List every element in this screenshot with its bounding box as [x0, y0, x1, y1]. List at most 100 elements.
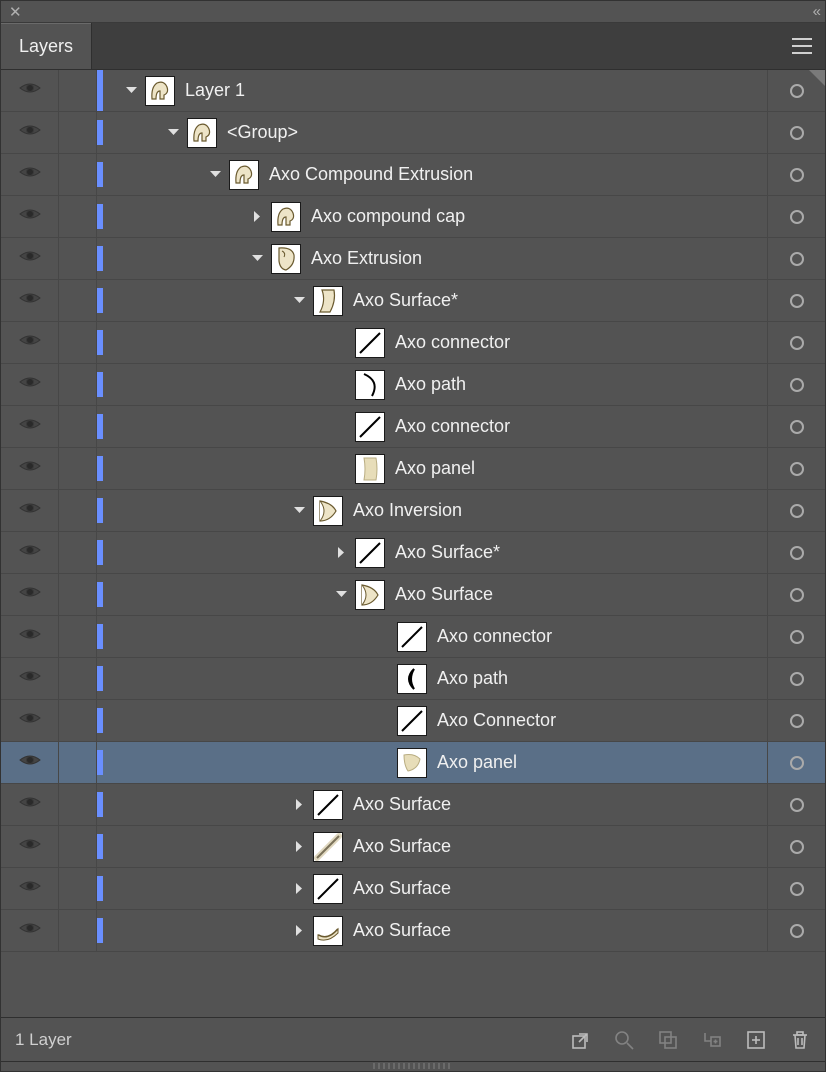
lock-toggle[interactable]: [59, 532, 97, 573]
layer-thumbnail[interactable]: [313, 874, 343, 904]
lock-toggle[interactable]: [59, 490, 97, 531]
disclosure-toggle[interactable]: [201, 154, 229, 195]
lock-toggle[interactable]: [59, 112, 97, 153]
visibility-toggle[interactable]: [1, 280, 59, 321]
disclosure-toggle[interactable]: [285, 490, 313, 531]
layer-row[interactable]: Axo connector: [1, 322, 825, 364]
row-content[interactable]: Axo Surface: [97, 868, 767, 909]
visibility-toggle[interactable]: [1, 238, 59, 279]
layer-row[interactable]: Axo panel: [1, 448, 825, 490]
selection-target[interactable]: [767, 826, 825, 867]
visibility-toggle[interactable]: [1, 154, 59, 195]
visibility-toggle[interactable]: [1, 742, 59, 783]
visibility-toggle[interactable]: [1, 196, 59, 237]
row-content[interactable]: Axo connector: [97, 406, 767, 447]
lock-toggle[interactable]: [59, 406, 97, 447]
layer-thumbnail[interactable]: [397, 622, 427, 652]
selection-target[interactable]: [767, 700, 825, 741]
row-content[interactable]: Axo Compound Extrusion: [97, 154, 767, 195]
selection-target[interactable]: [767, 154, 825, 195]
layer-thumbnail[interactable]: [271, 244, 301, 274]
lock-toggle[interactable]: [59, 616, 97, 657]
export-icon[interactable]: [569, 1029, 591, 1051]
lock-toggle[interactable]: [59, 910, 97, 951]
disclosure-toggle[interactable]: [285, 280, 313, 321]
layer-thumbnail[interactable]: [313, 496, 343, 526]
layer-row[interactable]: Axo compound cap: [1, 196, 825, 238]
row-content[interactable]: <Group>: [97, 112, 767, 153]
layer-row[interactable]: <Group>: [1, 112, 825, 154]
tab-layers[interactable]: Layers: [1, 23, 92, 69]
lock-toggle[interactable]: [59, 448, 97, 489]
row-content[interactable]: Axo Inversion: [97, 490, 767, 531]
lock-toggle[interactable]: [59, 742, 97, 783]
selection-target[interactable]: [767, 658, 825, 699]
lock-toggle[interactable]: [59, 364, 97, 405]
selection-target[interactable]: [767, 280, 825, 321]
layer-row[interactable]: Axo panel: [1, 742, 825, 784]
row-content[interactable]: Axo Surface: [97, 910, 767, 951]
visibility-toggle[interactable]: [1, 700, 59, 741]
layer-row[interactable]: Axo Surface: [1, 910, 825, 952]
row-content[interactable]: Axo connector: [97, 322, 767, 363]
lock-toggle[interactable]: [59, 784, 97, 825]
clip-mask-icon[interactable]: [657, 1029, 679, 1051]
disclosure-toggle[interactable]: [327, 574, 355, 615]
visibility-toggle[interactable]: [1, 406, 59, 447]
resize-grip[interactable]: [1, 1061, 825, 1071]
layer-thumbnail[interactable]: [397, 706, 427, 736]
row-content[interactable]: Axo Surface: [97, 826, 767, 867]
layer-row[interactable]: Axo Surface: [1, 868, 825, 910]
layer-thumbnail[interactable]: [355, 370, 385, 400]
layer-thumbnail[interactable]: [313, 286, 343, 316]
visibility-toggle[interactable]: [1, 910, 59, 951]
layer-thumbnail[interactable]: [397, 748, 427, 778]
row-content[interactable]: Axo Connector: [97, 700, 767, 741]
visibility-toggle[interactable]: [1, 448, 59, 489]
layer-row[interactable]: Layer 1: [1, 70, 825, 112]
row-content[interactable]: Axo Surface: [97, 574, 767, 615]
lock-toggle[interactable]: [59, 154, 97, 195]
disclosure-toggle[interactable]: [159, 112, 187, 153]
row-content[interactable]: Axo path: [97, 658, 767, 699]
visibility-toggle[interactable]: [1, 322, 59, 363]
layer-thumbnail[interactable]: [355, 580, 385, 610]
layer-thumbnail[interactable]: [313, 916, 343, 946]
layer-row[interactable]: Axo Surface: [1, 574, 825, 616]
layer-row[interactable]: Axo Surface: [1, 784, 825, 826]
lock-toggle[interactable]: [59, 280, 97, 321]
selection-target[interactable]: [767, 448, 825, 489]
disclosure-toggle[interactable]: [285, 784, 313, 825]
row-content[interactable]: Axo compound cap: [97, 196, 767, 237]
visibility-toggle[interactable]: [1, 112, 59, 153]
layer-row[interactable]: Axo connector: [1, 616, 825, 658]
layer-thumbnail[interactable]: [145, 76, 175, 106]
visibility-toggle[interactable]: [1, 868, 59, 909]
new-layer-icon[interactable]: [745, 1029, 767, 1051]
layer-thumbnail[interactable]: [355, 412, 385, 442]
selection-target[interactable]: [767, 490, 825, 531]
selection-target[interactable]: [767, 364, 825, 405]
layer-row[interactable]: Axo Surface: [1, 826, 825, 868]
selection-target[interactable]: [767, 574, 825, 615]
lock-toggle[interactable]: [59, 826, 97, 867]
lock-toggle[interactable]: [59, 700, 97, 741]
selection-target[interactable]: [767, 742, 825, 783]
disclosure-toggle[interactable]: [243, 196, 271, 237]
selection-target[interactable]: [767, 196, 825, 237]
row-content[interactable]: Axo Surface*: [97, 280, 767, 321]
layer-row[interactable]: Axo path: [1, 658, 825, 700]
selection-target[interactable]: [767, 238, 825, 279]
layer-row[interactable]: Axo Inversion: [1, 490, 825, 532]
selection-target[interactable]: [767, 112, 825, 153]
disclosure-toggle[interactable]: [285, 868, 313, 909]
selection-target[interactable]: [767, 70, 825, 111]
layer-thumbnail[interactable]: [313, 832, 343, 862]
layer-thumbnail[interactable]: [355, 454, 385, 484]
trash-icon[interactable]: [789, 1029, 811, 1051]
layer-thumbnail[interactable]: [187, 118, 217, 148]
layer-row[interactable]: Axo Surface*: [1, 532, 825, 574]
row-content[interactable]: Axo path: [97, 364, 767, 405]
disclosure-toggle[interactable]: [285, 826, 313, 867]
layer-row[interactable]: Axo connector: [1, 406, 825, 448]
